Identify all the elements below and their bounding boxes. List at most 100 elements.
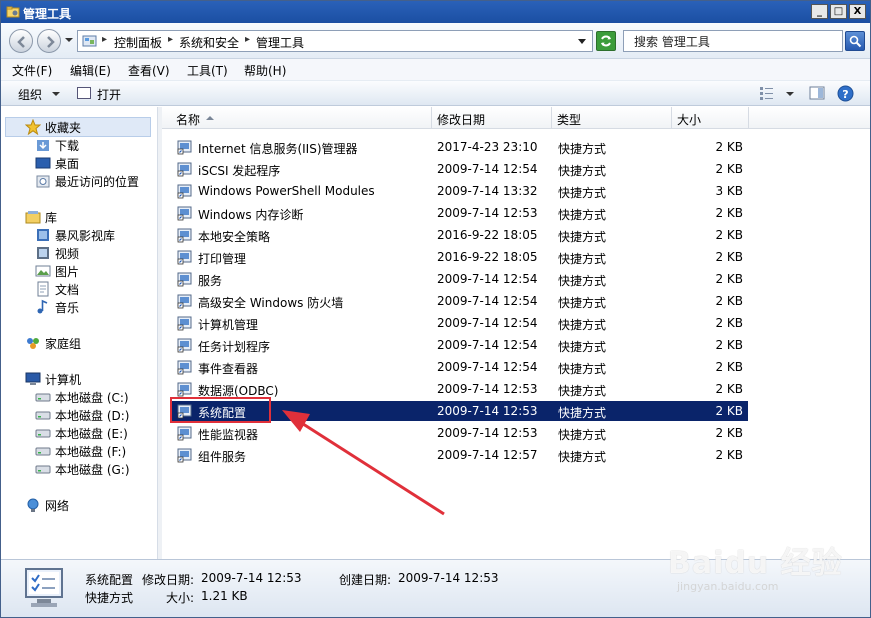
- nav-music[interactable]: 音乐: [35, 298, 79, 316]
- forward-button[interactable]: [37, 29, 61, 53]
- music-icon: [35, 299, 51, 315]
- back-button[interactable]: [9, 29, 33, 53]
- menu-file[interactable]: 文件(F): [12, 62, 52, 79]
- file-row[interactable]: 服务 2009-7-14 12:54 快捷方式 2 KB: [172, 269, 748, 289]
- annotation-highlight-box: [170, 397, 271, 423]
- organize-dropdown-arrow[interactable]: [52, 92, 60, 96]
- file-modified-date: 2016-9-22 18:05: [437, 250, 538, 264]
- open-icon: [77, 87, 91, 99]
- file-name: 任务计划程序: [198, 340, 271, 354]
- file-row[interactable]: 数据源(ODBC) 2009-7-14 12:53 快捷方式 2 KB: [172, 379, 748, 399]
- open-button[interactable]: 打开: [97, 86, 121, 103]
- drive-icon: [35, 425, 51, 441]
- organize-button[interactable]: 组织: [18, 86, 42, 103]
- title-bar[interactable]: 管理工具 _ □ X: [1, 1, 870, 23]
- address-history-dropdown[interactable]: [578, 39, 586, 44]
- file-name: 组件服务: [198, 450, 247, 464]
- file-row[interactable]: iSCSI 发起程序 2009-7-14 12:54 快捷方式 2 KB: [172, 159, 748, 179]
- baidu-watermark-url: jingyan.baidu.com: [677, 580, 779, 593]
- nav-drive-c[interactable]: 本地磁盘 (C:): [35, 388, 129, 406]
- nav-pictures[interactable]: 图片: [35, 262, 79, 280]
- file-size: 2 KB: [715, 338, 743, 352]
- details-modified-value: 2009-7-14 12:53: [201, 571, 302, 585]
- print-management-icon: [177, 250, 192, 265]
- nav-videos[interactable]: 视频: [35, 244, 79, 262]
- file-size: 2 KB: [715, 382, 743, 396]
- nav-label: 文档: [55, 282, 80, 297]
- file-row[interactable]: 计算机管理 2009-7-14 12:54 快捷方式 2 KB: [172, 313, 748, 333]
- address-box[interactable]: ▸ 控制面板 ▸ 系统和安全 ▸ 管理工具: [77, 30, 593, 52]
- column-header-size[interactable]: 大小: [672, 107, 749, 129]
- file-modified-date: 2009-7-14 12:54: [437, 338, 538, 352]
- nav-computer[interactable]: 计算机: [25, 370, 81, 388]
- file-row[interactable]: 任务计划程序 2009-7-14 12:54 快捷方式 2 KB: [172, 335, 748, 355]
- file-name: Windows PowerShell Modules: [198, 184, 375, 198]
- firewall-icon: [177, 294, 192, 309]
- column-header-modified[interactable]: 修改日期: [432, 107, 552, 129]
- close-button[interactable]: X: [849, 4, 866, 19]
- recent-pages-dropdown[interactable]: [65, 38, 73, 42]
- breadcrumb-separator[interactable]: ▸: [168, 34, 173, 45]
- task-scheduler-icon: [177, 338, 192, 353]
- help-icon[interactable]: ?: [837, 85, 854, 102]
- refresh-button[interactable]: [596, 31, 616, 51]
- nav-drive-e[interactable]: 本地磁盘 (E:): [35, 424, 128, 442]
- column-header-type[interactable]: 类型: [552, 107, 672, 129]
- views-dropdown-arrow[interactable]: [786, 92, 794, 96]
- nav-network[interactable]: 网络: [25, 496, 69, 514]
- nav-drive-g[interactable]: 本地磁盘 (G:): [35, 460, 130, 478]
- file-name: 高级安全 Windows 防火墙: [198, 296, 344, 310]
- nav-homegroup[interactable]: 家庭组: [25, 334, 81, 352]
- nav-drive-f[interactable]: 本地磁盘 (F:): [35, 442, 126, 460]
- documents-icon: [35, 281, 51, 297]
- nav-libraries[interactable]: 库: [25, 208, 57, 226]
- security-policy-icon: [177, 228, 192, 243]
- file-modified-date: 2009-7-14 12:54: [437, 294, 538, 308]
- pictures-icon: [35, 263, 51, 279]
- nav-desktop[interactable]: 桌面: [35, 154, 79, 172]
- file-row[interactable]: 高级安全 Windows 防火墙 2009-7-14 12:54 快捷方式 2 KB: [172, 291, 748, 311]
- preview-pane-icon[interactable]: [809, 85, 825, 101]
- file-row[interactable]: 性能监视器 2009-7-14 12:53 快捷方式 2 KB: [172, 423, 748, 443]
- breadcrumb-admin-tools[interactable]: 管理工具: [256, 34, 304, 51]
- nav-documents[interactable]: 文档: [35, 280, 79, 298]
- drive-icon: [35, 389, 51, 405]
- views-icon[interactable]: [759, 85, 775, 101]
- file-row[interactable]: 本地安全策略 2016-9-22 18:05 快捷方式 2 KB: [172, 225, 748, 245]
- file-row[interactable]: 组件服务 2009-7-14 12:57 快捷方式 2 KB: [172, 445, 748, 465]
- file-row[interactable]: Internet 信息服务(IIS)管理器 2017-4-23 23:10 快捷方式…: [172, 137, 748, 157]
- search-box[interactable]: [623, 30, 843, 52]
- menu-tools[interactable]: 工具(T): [187, 62, 228, 79]
- file-row[interactable]: 打印管理 2016-9-22 18:05 快捷方式 2 KB: [172, 247, 748, 267]
- breadcrumb-control-panel[interactable]: 控制面板: [114, 34, 162, 51]
- nav-label: 视频: [55, 246, 80, 261]
- search-input[interactable]: [624, 31, 842, 51]
- nav-favorites[interactable]: 收藏夹: [24, 118, 81, 136]
- file-modified-date: 2009-7-14 12:57: [437, 448, 538, 462]
- menu-edit[interactable]: 编辑(E): [70, 62, 111, 79]
- file-row[interactable]: Windows 内存诊断 2009-7-14 12:53 快捷方式 2 KB: [172, 203, 748, 223]
- nav-drive-d[interactable]: 本地磁盘 (D:): [35, 406, 129, 424]
- svg-text:?: ?: [842, 88, 848, 101]
- iscsi-icon: [177, 162, 192, 177]
- breadcrumb-system-security[interactable]: 系统和安全: [179, 34, 239, 51]
- minimize-button[interactable]: _: [811, 4, 828, 19]
- nav-recent-places[interactable]: 最近访问的位置: [35, 172, 139, 190]
- nav-label: 库: [45, 210, 58, 225]
- column-header-name[interactable]: 名称: [162, 107, 432, 129]
- search-button[interactable]: [845, 31, 865, 51]
- details-created-value: 2009-7-14 12:53: [398, 571, 499, 585]
- menu-help[interactable]: 帮助(H): [244, 62, 286, 79]
- file-row[interactable]: 事件查看器 2009-7-14 12:54 快捷方式 2 KB: [172, 357, 748, 377]
- maximize-button[interactable]: □: [830, 4, 847, 19]
- forward-arrow-icon: [47, 36, 55, 48]
- menu-view[interactable]: 查看(V): [128, 62, 170, 79]
- nav-downloads[interactable]: 下载: [35, 136, 79, 154]
- videos-icon: [35, 245, 51, 261]
- nav-storm-library[interactable]: 暴风影视库: [35, 226, 115, 244]
- file-name: iSCSI 发起程序: [198, 164, 281, 178]
- file-row[interactable]: Windows PowerShell Modules 2009-7-14 13:3…: [172, 181, 748, 201]
- odbc-icon: [177, 382, 192, 397]
- breadcrumb-separator[interactable]: ▸: [245, 34, 250, 45]
- details-size-value: 1.21 KB: [201, 589, 248, 603]
